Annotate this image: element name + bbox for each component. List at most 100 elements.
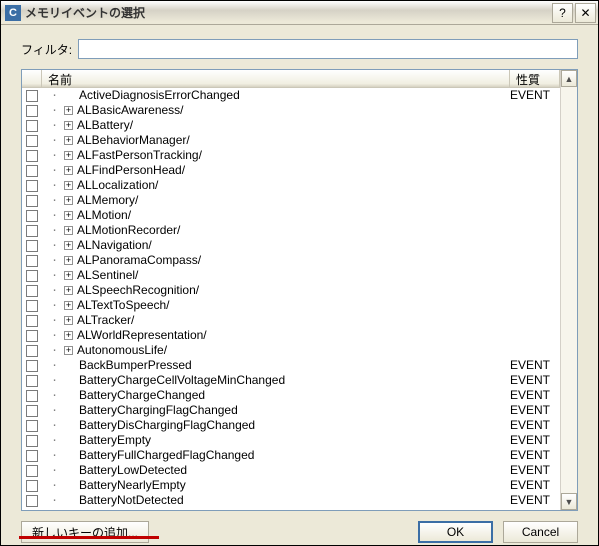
row-checkbox[interactable] — [26, 225, 38, 237]
row-checkbox[interactable] — [26, 450, 38, 462]
row-checkbox[interactable] — [26, 195, 38, 207]
row-checkbox[interactable] — [26, 105, 38, 117]
tree-row[interactable]: ·+ALTracker/ — [22, 313, 560, 328]
row-checkbox[interactable] — [26, 300, 38, 312]
tree-row[interactable]: ·+ ALBattery/ — [22, 118, 560, 133]
tree-row[interactable]: ·+ALSentinel/ — [22, 268, 560, 283]
tree-row[interactable]: ·+ALBasicAwareness/ — [22, 103, 560, 118]
tree-row[interactable]: ·+ALBehaviorManager/ — [22, 133, 560, 148]
row-checkbox[interactable] — [26, 120, 38, 132]
tree-row[interactable]: ·BatteryChargingFlagChangedEVENT — [22, 403, 560, 418]
expand-icon[interactable]: + — [64, 286, 73, 295]
tree-row[interactable]: ·+ALMotionRecorder/ — [22, 223, 560, 238]
row-checkbox[interactable] — [26, 210, 38, 222]
tree-row[interactable]: ·+ALLocalization/ — [22, 178, 560, 193]
close-button[interactable]: ✕ — [575, 3, 596, 23]
row-checkbox[interactable] — [26, 255, 38, 267]
tree-row[interactable]: ·BatteryFullChargedFlagChangedEVENT — [22, 448, 560, 463]
row-checkbox[interactable] — [26, 480, 38, 492]
tree-row[interactable]: ·+ALTextToSpeech/ — [22, 298, 560, 313]
tree-row[interactable]: ·+ALFastPersonTracking/ — [22, 148, 560, 163]
expand-icon[interactable]: + — [64, 271, 73, 280]
header-name[interactable]: 名前 — [42, 70, 510, 87]
scroll-track[interactable] — [561, 87, 577, 493]
tree-row[interactable]: ·+ALPanoramaCompass/ — [22, 253, 560, 268]
expand-icon[interactable]: + — [64, 166, 73, 175]
row-checkbox[interactable] — [26, 390, 38, 402]
tree-row[interactable]: ·+ALMemory/ — [22, 193, 560, 208]
tree-line-icon: · — [44, 298, 64, 313]
tree-row[interactable]: ·+ALMotion/ — [22, 208, 560, 223]
tree-row[interactable]: ·+AutonomousLife/ — [22, 343, 560, 358]
tree-row[interactable]: ·+ALNavigation/ — [22, 238, 560, 253]
tree-row[interactable]: ·BackBumperPressedEVENT — [22, 358, 560, 373]
tree-row[interactable]: ·+ALWorldRepresentation/ — [22, 328, 560, 343]
row-checkbox[interactable] — [26, 135, 38, 147]
row-checkbox[interactable] — [26, 330, 38, 342]
row-quality: EVENT — [510, 373, 560, 388]
row-checkbox[interactable] — [26, 315, 38, 327]
tree-row[interactable]: ·BatteryEmptyEVENT — [22, 433, 560, 448]
tree-row[interactable]: ·BatteryDisChargingFlagChangedEVENT — [22, 418, 560, 433]
row-label: AutonomousLife/ — [77, 343, 510, 358]
row-checkbox[interactable] — [26, 345, 38, 357]
expand-icon[interactable]: + — [64, 151, 73, 160]
tree-row[interactable]: ·BatteryChargeCellVoltageMinChangedEVENT — [22, 373, 560, 388]
tree-row[interactable]: ·BatteryNearlyEmptyEVENT — [22, 478, 560, 493]
expand-icon[interactable]: + — [64, 256, 73, 265]
help-button[interactable]: ? — [552, 3, 573, 23]
header-quality[interactable]: 性質 — [510, 70, 560, 87]
expand-icon[interactable]: + — [64, 121, 73, 130]
row-checkbox[interactable] — [26, 165, 38, 177]
tree-row[interactable]: ·BatteryChargeChangedEVENT — [22, 388, 560, 403]
row-checkbox[interactable] — [26, 420, 38, 432]
tree-row[interactable]: ·BatteryPowerPluggedChangedEVENT — [22, 508, 560, 510]
tree-line-icon: · — [44, 118, 64, 133]
tree-row[interactable]: ·+ALFindPersonHead/ — [22, 163, 560, 178]
tree-row[interactable]: ·BatteryLowDetectedEVENT — [22, 463, 560, 478]
tree-row[interactable]: ·ActiveDiagnosisErrorChangedEVENT — [22, 88, 560, 103]
ok-button[interactable]: OK — [418, 521, 493, 543]
row-checkbox[interactable] — [26, 435, 38, 447]
row-checkbox[interactable] — [26, 90, 38, 102]
row-label: ActiveDiagnosisErrorChanged — [79, 88, 510, 103]
row-checkbox[interactable] — [26, 270, 38, 282]
row-checkbox[interactable] — [26, 495, 38, 507]
row-label: ALMotionRecorder/ — [77, 223, 510, 238]
expand-icon[interactable]: + — [64, 301, 73, 310]
row-checkbox[interactable] — [26, 375, 38, 387]
row-checkbox[interactable] — [26, 360, 38, 372]
row-label: ALBattery/ — [77, 118, 510, 133]
scroll-down-icon[interactable]: ▼ — [561, 493, 577, 510]
row-label: BatteryNearlyEmpty — [79, 478, 510, 493]
expand-icon[interactable]: + — [64, 181, 73, 190]
expand-icon[interactable]: + — [64, 346, 73, 355]
row-checkbox[interactable] — [26, 465, 38, 477]
expand-icon[interactable]: + — [64, 331, 73, 340]
expand-icon[interactable]: + — [64, 211, 73, 220]
row-checkbox[interactable] — [26, 285, 38, 297]
expand-icon[interactable]: + — [64, 241, 73, 250]
row-quality: EVENT — [510, 388, 560, 403]
expand-icon[interactable]: + — [64, 316, 73, 325]
cancel-button[interactable]: Cancel — [503, 521, 578, 543]
row-checkbox[interactable] — [26, 150, 38, 162]
add-key-button[interactable]: 新しいキーの追加... — [21, 521, 149, 543]
tree-row[interactable]: ·BatteryNotDetectedEVENT — [22, 493, 560, 508]
scroll-up-icon[interactable]: ▲ — [561, 70, 577, 87]
tree-line-icon: · — [44, 253, 64, 268]
row-checkbox[interactable] — [26, 240, 38, 252]
expand-icon[interactable]: + — [64, 196, 73, 205]
expand-icon[interactable]: + — [64, 106, 73, 115]
row-label: BatteryDisChargingFlagChanged — [79, 418, 510, 433]
filter-input[interactable] — [78, 39, 578, 59]
row-checkbox[interactable] — [26, 180, 38, 192]
tree-row[interactable]: ·+ALSpeechRecognition/ — [22, 283, 560, 298]
row-label: ALFindPersonHead/ — [77, 163, 510, 178]
expand-icon[interactable]: + — [64, 136, 73, 145]
expand-icon[interactable]: + — [64, 226, 73, 235]
row-label: ALWorldRepresentation/ — [77, 328, 510, 343]
vertical-scrollbar[interactable]: ▲ ▼ — [560, 70, 577, 510]
row-checkbox[interactable] — [26, 405, 38, 417]
row-checkbox[interactable] — [26, 510, 38, 511]
